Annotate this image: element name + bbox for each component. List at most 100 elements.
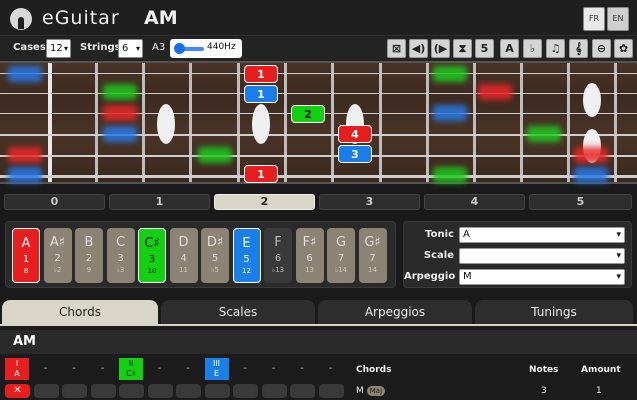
chord-fret-slot[interactable] <box>204 384 230 398</box>
note-degree: 2 <box>85 253 93 264</box>
chevron-down-icon: ▾ <box>135 44 140 53</box>
note-name: C♯ <box>144 236 160 251</box>
tonic-select[interactable]: A ▾ <box>459 227 625 243</box>
note-interval: 11 <box>179 266 188 274</box>
tab-scales[interactable]: Scales <box>161 300 315 324</box>
note-toggle-button[interactable]: F 6 ♭13 <box>264 228 292 283</box>
chord-type-cell[interactable]: M Maj <box>356 386 386 396</box>
fret-note[interactable]: 1 <box>244 85 278 103</box>
note-toggle-button[interactable]: E 5 12 <box>232 228 261 283</box>
fret-note[interactable]: 3 <box>338 145 372 163</box>
note-degree: 7 <box>369 253 376 264</box>
position-button-0[interactable]: 0 <box>4 194 105 210</box>
scale-select[interactable]: ▾ <box>459 248 625 264</box>
fret-wire <box>614 63 617 182</box>
chord-fret-slot[interactable] <box>33 384 59 398</box>
note-toggle-button[interactable]: G♯ 7 14 <box>358 228 387 283</box>
notes-column-header: Notes <box>529 365 559 375</box>
note-interval: 9 <box>86 266 92 274</box>
tuning-slider-handle[interactable] <box>174 43 185 54</box>
arpeggio-label: Arpeggio <box>404 271 456 282</box>
gear-icon[interactable]: ✿ <box>614 39 633 58</box>
mute-icon[interactable]: ⊠ <box>387 39 406 58</box>
chord-header: AM <box>0 330 637 354</box>
tab-chords[interactable]: Chords <box>2 300 158 324</box>
chord-fret-slot[interactable] <box>233 384 258 398</box>
fret-wire <box>95 63 98 182</box>
flat-icon[interactable]: ♭ <box>523 39 542 58</box>
note-toggle-button[interactable]: D 4 11 <box>169 228 198 283</box>
fret-note[interactable]: 2 <box>291 105 325 123</box>
fret-wire <box>142 63 145 182</box>
fret-inlay <box>252 104 270 144</box>
note-degree: 1 <box>22 254 30 265</box>
position-button-3[interactable]: 3 <box>319 194 420 210</box>
degree-note: A <box>14 369 20 378</box>
note-toggle-button[interactable]: A 1 8 <box>12 228 40 283</box>
chord-fret-slot[interactable] <box>290 384 315 398</box>
lang-en-button[interactable]: EN <box>607 7 629 31</box>
speaker-right-icon[interactable]: (▶ <box>431 39 450 58</box>
tab-tunings[interactable]: Tunings <box>475 300 633 324</box>
chord-fret-slot[interactable] <box>147 384 173 398</box>
tab-arpeggios[interactable]: Arpeggios <box>318 300 472 324</box>
chord-fret-slot[interactable] <box>119 384 144 398</box>
letter-a-icon[interactable]: A <box>500 39 519 58</box>
note-toggle-button[interactable]: G 7 ♭14 <box>327 228 355 283</box>
ghost-note <box>574 167 608 183</box>
guitar-icon[interactable]: ⊖ <box>592 39 611 58</box>
fret-note[interactable]: 4 <box>338 125 372 143</box>
note-degree: 5 <box>243 254 250 265</box>
empty-degree: - <box>100 363 105 374</box>
ghost-note <box>8 167 42 183</box>
note-degree: 6 <box>306 253 313 264</box>
chord-fret-slot[interactable] <box>176 384 201 398</box>
empty-degree: - <box>43 363 48 374</box>
chord-fret-slot[interactable] <box>90 384 116 398</box>
fret-note[interactable]: 1 <box>244 65 278 83</box>
chord-type: M <box>356 386 364 396</box>
hourglass-icon[interactable]: ⧗ <box>453 39 472 58</box>
position-button-2[interactable]: 2 <box>214 194 315 210</box>
empty-degree: - <box>72 363 76 374</box>
chevron-down-icon: ▾ <box>63 44 68 53</box>
position-button-5[interactable]: 5 <box>529 194 632 210</box>
cases-select[interactable]: 12 ▾ <box>46 39 71 58</box>
degree-note: E <box>213 369 220 378</box>
empty-degree: - <box>328 363 333 374</box>
fret-note[interactable]: 1 <box>244 165 278 183</box>
strings-select[interactable]: 6 ▾ <box>118 39 143 58</box>
treble-clef-icon[interactable]: 𝄞 <box>569 39 588 58</box>
tuning-note: A3 <box>152 42 166 53</box>
position-button-4[interactable]: 4 <box>424 194 525 210</box>
lang-fr-button[interactable]: FR <box>583 7 605 31</box>
note-name: G <box>335 235 347 250</box>
chord-fret-slot[interactable] <box>261 384 287 398</box>
music-note-icon[interactable]: ♫ <box>546 39 565 58</box>
fretboard[interactable]: 1 1 2 4 3 1 <box>0 61 637 184</box>
tonic-value: A <box>463 229 470 240</box>
arpeggio-select[interactable]: M ▾ <box>459 269 625 285</box>
note-toggle-button[interactable]: F♯ 6 13 <box>295 228 324 283</box>
ghost-note <box>478 84 512 100</box>
note-interval: 12 <box>242 267 251 275</box>
note-toggle-button[interactable]: B 2 9 <box>75 228 103 283</box>
number-5-icon[interactable]: 5 <box>475 39 494 58</box>
tab-bar: Chords Scales Arpeggios Tunings <box>0 298 637 324</box>
chords-column-header: Chords <box>356 365 392 375</box>
chord-fret-slot[interactable] <box>62 384 87 398</box>
note-toggle-button[interactable]: D♯ 5 ♭5 <box>201 228 229 283</box>
degree-roman: III <box>212 359 221 368</box>
degree-roman: II <box>128 359 134 368</box>
remove-chord-icon[interactable]: ✕ <box>5 384 30 398</box>
note-toggle-button[interactable]: C 3 ♭3 <box>106 228 135 283</box>
note-toggle-button[interactable]: C♯ 3 10 <box>138 228 166 283</box>
note-toggle-button[interactable]: A♯ 2 ♭2 <box>43 228 72 283</box>
chord-fret-slot[interactable] <box>318 384 344 398</box>
position-button-1[interactable]: 1 <box>109 194 210 210</box>
speaker-left-icon[interactable]: ◀) <box>409 39 428 58</box>
fret-wire <box>473 63 476 182</box>
degree-note: C♯ <box>126 369 136 378</box>
note-interval: 13 <box>305 266 314 274</box>
ghost-note <box>198 147 232 163</box>
